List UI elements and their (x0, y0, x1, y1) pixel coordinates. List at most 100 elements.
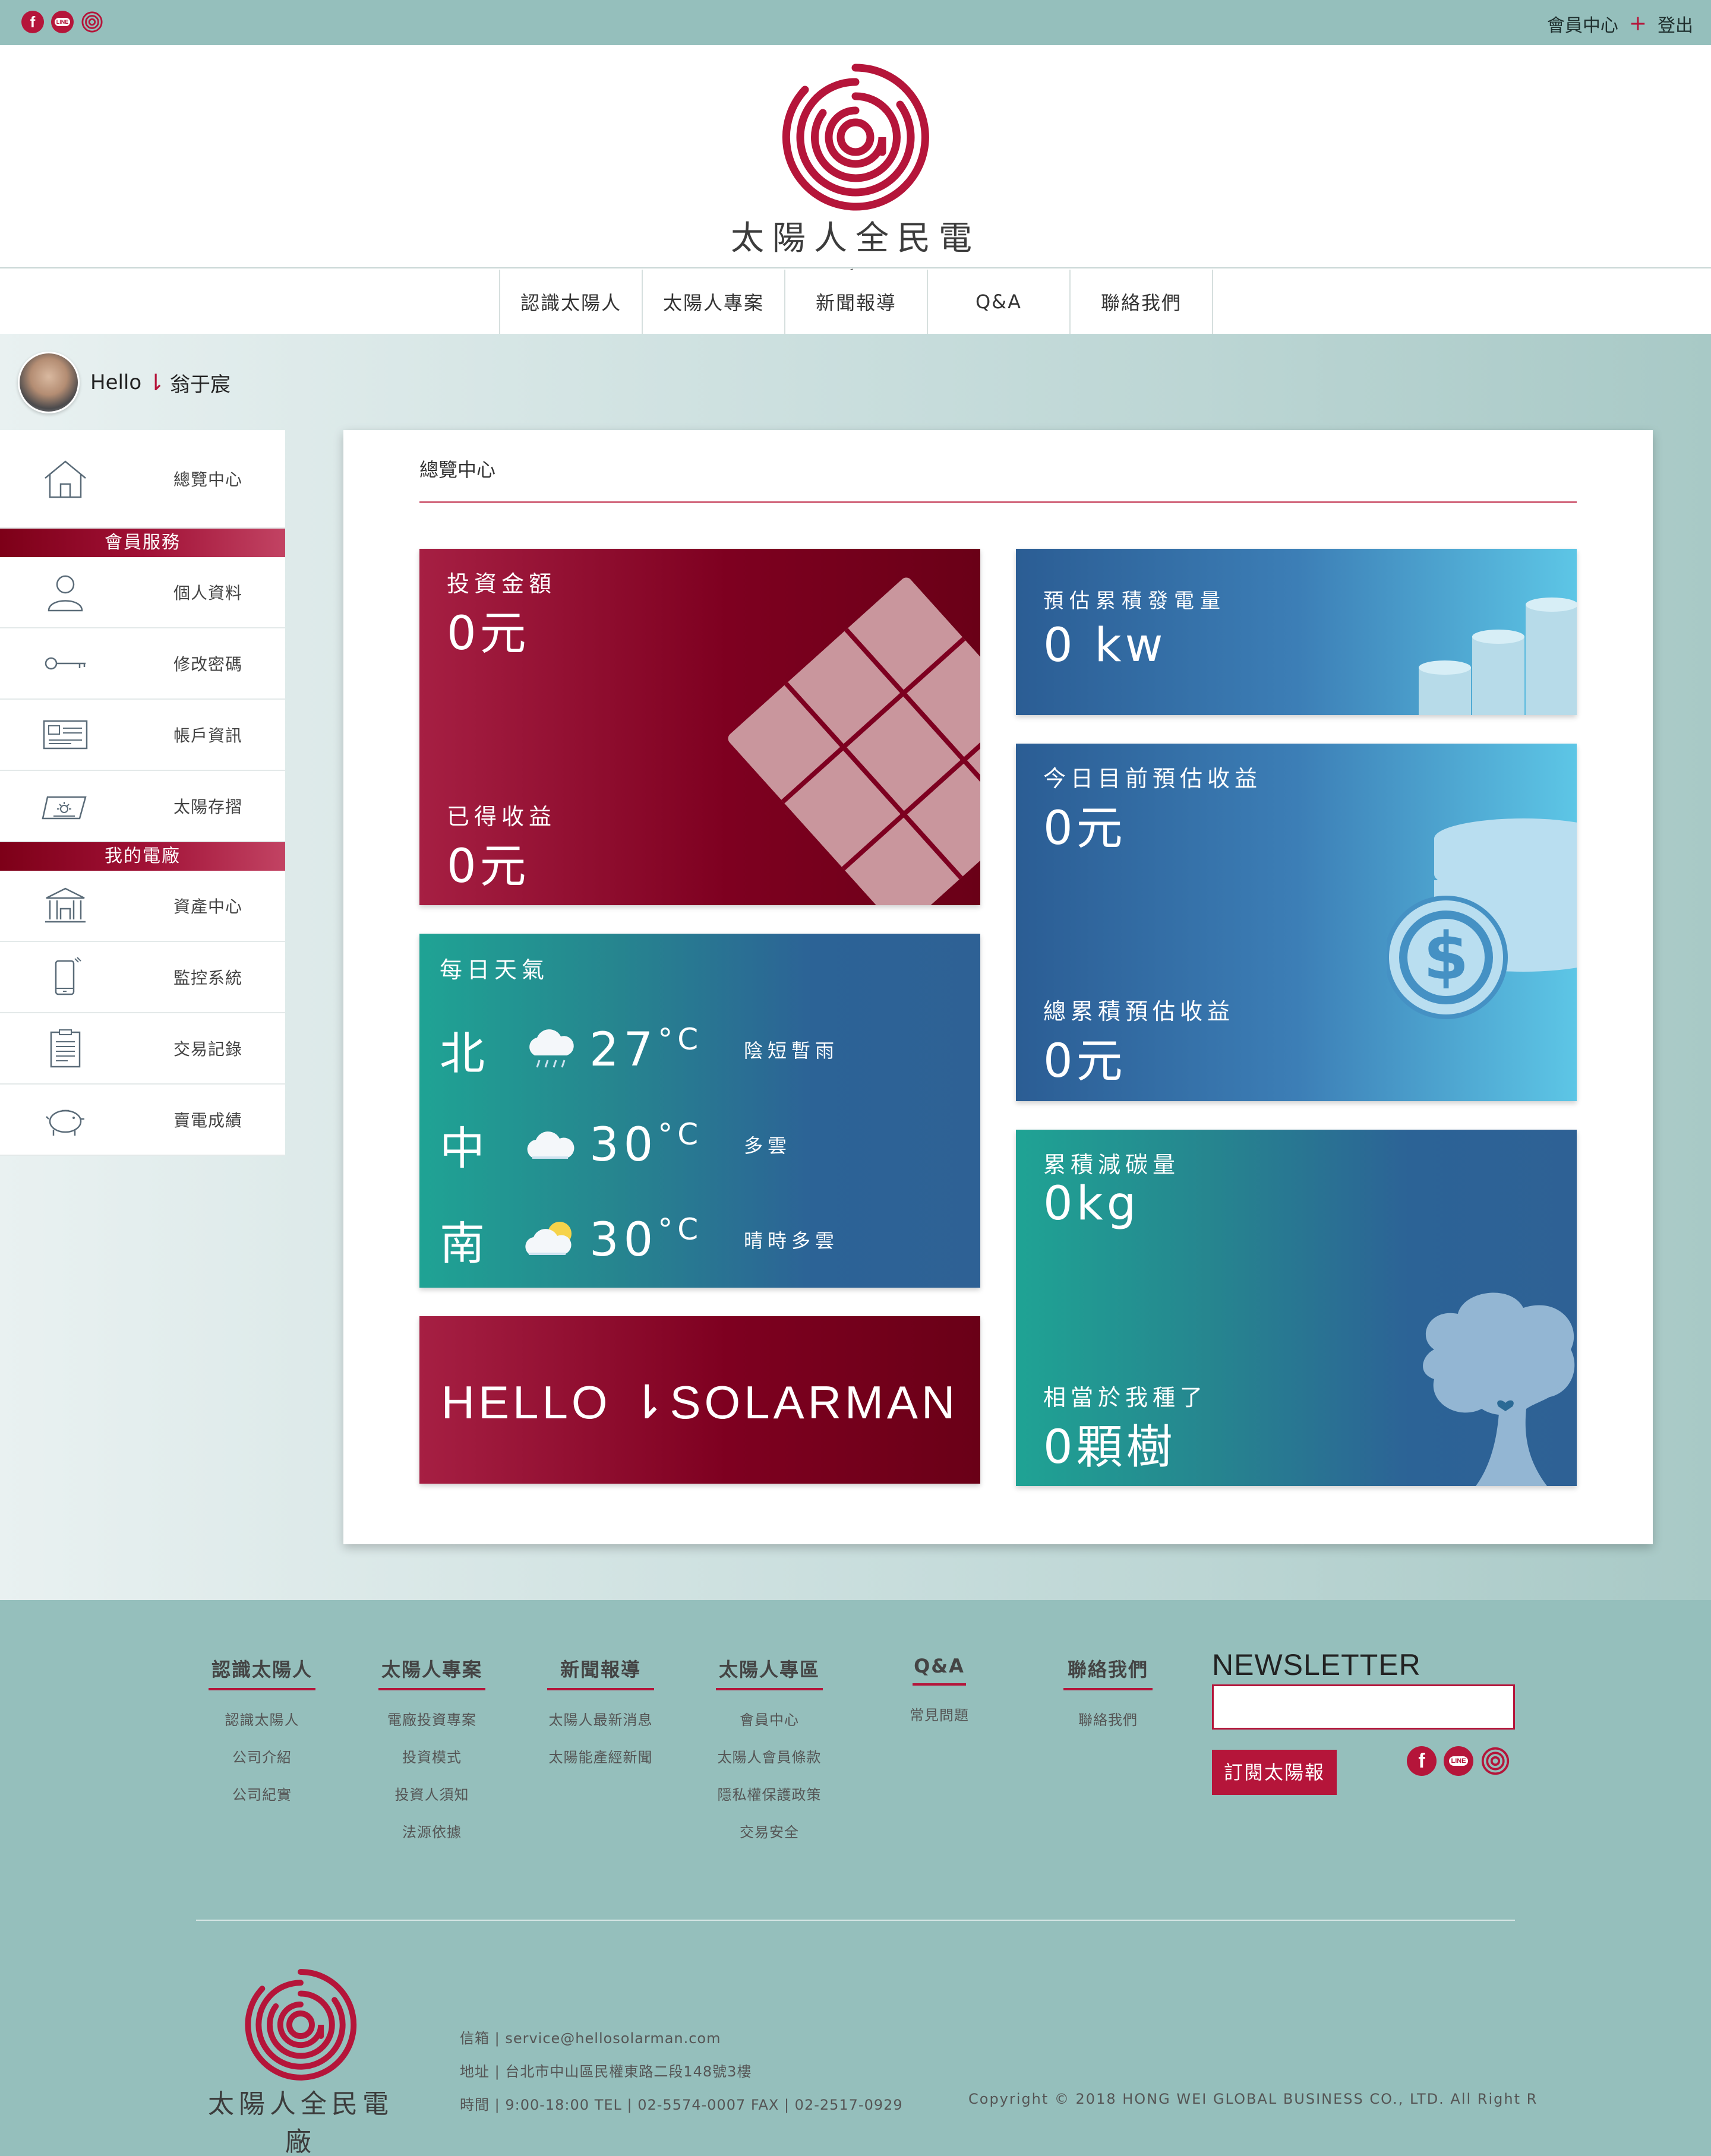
footer-link[interactable]: 認識太陽人 (206, 1708, 318, 1729)
city-name: 北 (440, 1027, 485, 1080)
footer-link[interactable]: 公司紀實 (206, 1783, 318, 1804)
temperature-value: 30 (589, 1118, 658, 1172)
sidebar-item-passbook[interactable]: 太陽存摺 (0, 771, 285, 842)
facebook-letter: f (1418, 1749, 1425, 1772)
site-footer: 認識太陽人 認識太陽人 公司介紹 公司紀實 太陽人專案 電廠投資專案 投資模式 … (0, 1600, 1711, 2156)
brand-mark-icon (782, 64, 929, 211)
footer-column-title: 新聞報導 (547, 1655, 654, 1690)
footer-link[interactable]: 隱私權保護政策 (713, 1783, 826, 1804)
investment-label: 投資金額 (447, 571, 557, 597)
plus-icon: + (1628, 11, 1647, 36)
site-logo[interactable]: 太陽人全民電廠 (716, 63, 995, 306)
sidebar-item-label: 太陽存摺 (173, 797, 242, 817)
footer-column-projects: 太陽人專案 電廠投資專案 投資模式 投資人須知 法源依據 (375, 1655, 488, 1841)
footer-brand-name: 太陽人全民電廠 (208, 2089, 393, 2156)
at-logo-icon[interactable] (81, 11, 103, 33)
footer-link[interactable]: 聯絡我們 (1052, 1708, 1164, 1729)
sidebar-item-label: 資產中心 (173, 897, 242, 916)
income-card: $ 今日目前預估收益 0元 總累積預估收益 0元 (1016, 744, 1577, 1101)
weather-row-south: 南 30°C 晴時多雲 (440, 1207, 839, 1272)
newsletter-email-input[interactable] (1212, 1684, 1515, 1730)
nav-item-news[interactable]: 新聞報導 (785, 270, 928, 334)
greeting-text: Hello ⇂ 翁于宸 (90, 368, 231, 397)
footer-link[interactable]: 電廠投資專案 (375, 1708, 488, 1729)
sidebar-item-account[interactable]: 帳戶資訊 (0, 700, 285, 771)
logout-link[interactable]: 登出 (1658, 11, 1693, 37)
id-card-icon (43, 720, 88, 750)
footer-column-zone: 太陽人專區 會員中心 太陽人會員條款 隱私權保護政策 交易安全 (713, 1655, 826, 1841)
investment-card: 投資金額 0元 已得收益 0元 (419, 549, 980, 905)
nav-item-projects[interactable]: 太陽人專案 (643, 270, 785, 334)
footer-link[interactable]: 太陽人最新消息 (544, 1708, 657, 1729)
facebook-icon[interactable]: f (21, 11, 44, 33)
sidebar-item-transactions[interactable]: 交易記錄 (0, 1013, 285, 1085)
member-center-link[interactable]: 會員中心 (1547, 11, 1618, 37)
solar-passbook-icon (42, 796, 87, 820)
footer-link[interactable]: 太陽能產經新聞 (544, 1746, 657, 1766)
hello-solarman-banner[interactable]: HELLO ⇂SOLARMAN (419, 1316, 980, 1484)
sidebar-item-monitoring[interactable]: 監控系統 (0, 942, 285, 1013)
footer-link[interactable]: 太陽人會員條款 (713, 1746, 826, 1766)
weather-title: 每日天氣 (440, 957, 550, 983)
sidebar-section-my-plant: 我的電廠 (0, 842, 285, 871)
footer-link[interactable]: 投資模式 (375, 1746, 488, 1766)
sidebar-item-label: 修改密碼 (173, 655, 242, 674)
nav-item-contact[interactable]: 聯絡我們 (1071, 270, 1213, 334)
temperature-value: 27 (589, 1023, 658, 1077)
subscribe-button[interactable]: 訂閱太陽報 (1212, 1750, 1337, 1795)
footer-column-title: 太陽人專區 (716, 1655, 823, 1690)
weather-desc: 多雲 (744, 1134, 792, 1157)
sidebar-item-assets[interactable]: 資產中心 (0, 871, 285, 942)
sun-cloud-icon (525, 1222, 572, 1255)
city-name: 南 (440, 1217, 485, 1270)
bank-icon (45, 887, 86, 923)
footer-link[interactable]: 交易安全 (713, 1820, 826, 1841)
carbon-value: 0kg (1043, 1177, 1140, 1231)
nav-item-about[interactable]: 認識太陽人 (500, 270, 643, 334)
power-label: 預估累積發電量 (1043, 589, 1226, 613)
total-income-value: 0元 (1043, 1035, 1126, 1088)
nav-item-qa[interactable]: Q&A (928, 270, 1071, 334)
sidebar-item-sales[interactable]: 賣電成績 (0, 1085, 285, 1156)
footer-link[interactable]: 法源依據 (375, 1820, 488, 1841)
footer-link[interactable]: 常見問題 (883, 1703, 996, 1724)
footer-link[interactable]: 公司介紹 (206, 1746, 318, 1766)
footer-address: 地址 | 台北市中山區民權東路二段148號3樓 (460, 2063, 752, 2080)
main-nav: 認識太陽人 太陽人專案 新聞報導 Q&A 聯絡我們 (0, 270, 1711, 334)
footer-email[interactable]: 信箱 | service@hellosolarman.com (460, 2022, 903, 2055)
avatar[interactable] (18, 352, 80, 413)
power-card: 預估累積發電量 0 kw (1016, 549, 1577, 715)
brand-arrow-icon: ⇂ (146, 369, 166, 396)
main-nav-items: 認識太陽人 太陽人專案 新聞報導 Q&A 聯絡我們 (499, 270, 1213, 334)
power-value: 0 kw (1043, 619, 1167, 672)
footer-column-title: 認識太陽人 (209, 1655, 315, 1690)
footer-column-qa: Q&A 常見問題 (883, 1655, 996, 1724)
temperature-unit: °C (658, 1022, 703, 1057)
sidebar-item-label: 交易記錄 (173, 1039, 242, 1059)
copyright: Copyright © 2018 HONG WEI GLOBAL BUSINES… (968, 2091, 1538, 2107)
today-income-label: 今日目前預估收益 (1043, 766, 1262, 792)
carbon-label: 累積減碳量 (1043, 1152, 1180, 1178)
footer-column-about: 認識太陽人 認識太陽人 公司介紹 公司紀實 (206, 1655, 318, 1804)
sidebar-item-label: 賣電成績 (173, 1111, 242, 1130)
at-logo-icon[interactable] (1480, 1746, 1510, 1776)
footer-link[interactable]: 投資人須知 (375, 1783, 488, 1804)
sidebar-section-member-services: 會員服務 (0, 529, 285, 557)
facebook-icon[interactable]: f (1407, 1746, 1437, 1776)
sidebar-item-label: 總覽中心 (173, 470, 242, 489)
banner-text: HELLO ⇂SOLARMAN (441, 1376, 959, 1428)
footer-link[interactable]: 會員中心 (713, 1708, 826, 1729)
overview-panel: 總覽中心 投資金額 0元 已得收益 0元 預估累積發電量 0 kw $ 今日目前… (343, 430, 1653, 1544)
clipboard-icon (50, 1029, 81, 1068)
temperature: 30°C (589, 1212, 744, 1267)
sidebar-item-overview[interactable]: 總覽中心 (0, 430, 285, 529)
trees-value: 0顆樹 (1043, 1421, 1176, 1474)
sidebar-item-profile[interactable]: 個人資料 (0, 557, 285, 628)
bar-chart-cylinders-icon (1419, 598, 1577, 715)
panel-divider (419, 501, 1577, 503)
panel-title: 總覽中心 (419, 459, 496, 481)
line-icon[interactable]: LINE (1444, 1746, 1473, 1776)
sidebar-item-password[interactable]: 修改密碼 (0, 628, 285, 700)
today-income-value: 0元 (1043, 802, 1126, 855)
line-icon[interactable]: LINE (51, 11, 74, 33)
